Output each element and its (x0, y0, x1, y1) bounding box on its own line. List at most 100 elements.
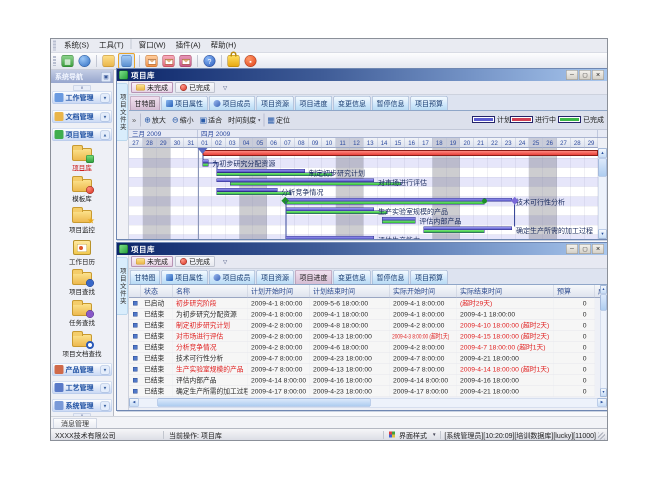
time-scale-button[interactable]: 时间刻度▾ (228, 115, 260, 125)
gantt-vscrollbar[interactable]: ▲▼ (598, 148, 607, 239)
table-hscrollbar[interactable]: ◀▶ (129, 398, 607, 408)
menu-item-0[interactable]: 系统(S) (59, 39, 94, 52)
tab-pause-info[interactable]: 暂停信息 (372, 270, 409, 284)
menu-item-3[interactable]: 窗口(W) (134, 39, 171, 52)
overflow-chevron[interactable]: » (132, 116, 136, 125)
filter-finished-button[interactable]: 已完成 (175, 82, 215, 93)
column-header-1[interactable]: 状态 (141, 285, 173, 298)
table-row[interactable]: 已结束为初步研究分配资源2009-4-1 8:00:002009-4-1 18:… (129, 309, 595, 320)
sidebar-panel-product-management[interactable]: 产品管理▼ (52, 363, 112, 376)
column-header-7[interactable]: 预算 (554, 285, 595, 298)
tab-resources[interactable]: 项目资源 (257, 96, 294, 110)
tab-members[interactable]: 项目成员 (209, 270, 255, 284)
scroll-up-icon[interactable]: ▲ (599, 149, 607, 158)
table-vscrollbar[interactable]: ▲▼ (600, 285, 607, 397)
minimize-button[interactable]: ─ (566, 244, 578, 254)
tab-progress[interactable]: 项目进度 (295, 270, 332, 284)
tab-resources[interactable]: 项目资源 (257, 270, 294, 284)
project-folder-button[interactable] (118, 53, 135, 69)
table-row[interactable]: 已启动初步研究阶段2009-4-1 8:00:002009-5-6 18:00:… (129, 298, 595, 309)
sidebar-item-project-monitor[interactable]: ★项目监控 (51, 206, 113, 235)
table-row[interactable]: 已结束评估内部产品2009-4-14 8:00:002009-4-16 18:0… (129, 375, 595, 386)
column-header-2[interactable]: 名称 (173, 285, 248, 298)
sidebar-item-project-search[interactable]: 项目查找 (51, 268, 113, 297)
scroll-thumb[interactable] (599, 159, 607, 177)
filter-dropdown-icon[interactable]: ▽ (223, 84, 227, 91)
mail-audit-icon[interactable] (163, 55, 175, 67)
tab-change-info[interactable]: 变更信息 (334, 96, 371, 110)
table-row[interactable]: 已结束生产实验室规模的产品2009-4-7 8:00:002009-4-13 1… (129, 364, 595, 375)
sidebar-item-project-doc-search[interactable]: 项目文档查找 (51, 330, 113, 359)
filter-unfinished-button[interactable]: 未完成 (131, 82, 173, 93)
ui-style-selector[interactable]: 界面样式 (399, 431, 427, 441)
zoom-out-button[interactable]: ⊖缩小 (172, 115, 194, 125)
scroll-down-icon[interactable]: ▼ (599, 230, 607, 239)
sidebar-item-project-library[interactable]: 项目库 (51, 144, 113, 173)
folder-open-icon[interactable] (103, 55, 115, 67)
expand-arrow-icon[interactable]: ▼ (101, 94, 110, 103)
tab-progress[interactable]: 项目进度 (295, 96, 332, 110)
resize-grip[interactable] (598, 433, 605, 440)
scroll-down-icon[interactable]: ▼ (601, 389, 607, 397)
column-header-3[interactable]: 计划开始时间 (248, 285, 310, 298)
window-new-icon[interactable]: ▦ (62, 55, 74, 67)
ui-style-dropdown-icon[interactable]: ▼ (432, 432, 436, 437)
scroll-up-icon[interactable]: ▲ (601, 286, 607, 294)
scroll-right-icon[interactable]: ▶ (598, 399, 607, 407)
tab-project-folder[interactable]: 项目文件夹 (117, 83, 128, 141)
filter-dropdown-icon[interactable]: ▽ (223, 258, 227, 265)
sidebar-panel-work-management[interactable]: 工作管理▼ (52, 91, 112, 104)
filter-finished-button[interactable]: 已完成 (175, 256, 215, 267)
fit-button[interactable]: ▣适合 (200, 115, 223, 125)
sidebar-item-work-calendar[interactable]: 工作日历 (51, 237, 113, 267)
maximize-button[interactable]: ▢ (579, 70, 591, 80)
zoom-in-button[interactable]: ⊕放大 (144, 115, 166, 125)
tab-change-info[interactable]: 变更信息 (334, 270, 371, 284)
menu-item-5[interactable]: 帮助(H) (206, 39, 241, 52)
expand-arrow-icon[interactable]: ▼ (101, 402, 110, 411)
globe-icon[interactable] (79, 55, 91, 67)
tab-budget[interactable]: 项目预算 (411, 96, 448, 110)
exit-icon[interactable]: ▪ (245, 55, 257, 67)
tab-budget[interactable]: 项目预算 (411, 270, 448, 284)
expand-arrow-icon[interactable]: ▼ (101, 384, 110, 393)
expand-arrow-icon[interactable]: ▼ (101, 366, 110, 375)
tab-gantt[interactable]: 甘特图 (130, 270, 160, 284)
tab-properties[interactable]: 项目属性 (162, 270, 208, 284)
tab-gantt[interactable]: 甘特图 (130, 96, 160, 110)
locate-button[interactable]: ▦定位 (267, 115, 290, 125)
sidebar-panel-process-management[interactable]: 工艺管理▼ (52, 381, 112, 394)
sidebar-panel-system-management[interactable]: 系统管理▼ (52, 399, 112, 412)
menu-item-1[interactable]: 工具(T) (94, 39, 129, 52)
lock-icon[interactable] (228, 55, 240, 67)
table-row[interactable]: 已结束确定生产所需的加工过程2009-4-17 8:00:002009-4-23… (129, 386, 595, 397)
table-row[interactable]: 已结束制定初步研究计划2009-4-2 8:00:002009-4-8 18:0… (129, 320, 595, 331)
sidebar-panel-project-management[interactable]: 项目管理▲ (52, 128, 112, 141)
tab-project-folder[interactable]: 项目文件夹 (117, 257, 128, 315)
sidebar-item-task-search[interactable]: 任务查找 (51, 299, 113, 328)
scroll-left-icon[interactable]: ◀ (130, 399, 139, 407)
expand-arrow-icon[interactable]: ▼ (101, 113, 110, 122)
sidebar-panel-document-management[interactable]: 文档管理▼ (52, 110, 112, 123)
mail-new-icon[interactable] (146, 55, 158, 67)
table-row[interactable]: 已结束对市场进行评估2009-4-2 8:00:002009-4-13 18:0… (129, 331, 595, 342)
close-button[interactable]: ✕ (592, 244, 604, 254)
column-header-5[interactable]: 实际开始时间 (390, 285, 457, 298)
tab-members[interactable]: 项目成员 (209, 96, 255, 110)
sidebar-pin-icon[interactable]: ▣ (101, 72, 111, 82)
mail-flag-icon[interactable] (180, 55, 192, 67)
sidebar-item-template-library[interactable]: 模板库 (51, 175, 113, 204)
collapse-arrow-icon[interactable]: ▲ (101, 131, 110, 140)
minimize-button[interactable]: ─ (566, 70, 578, 80)
menu-item-4[interactable]: 插件(A) (171, 39, 206, 52)
column-header-0[interactable] (129, 285, 141, 298)
tab-properties[interactable]: 项目属性 (162, 96, 208, 110)
filter-unfinished-button[interactable]: 未完成 (131, 256, 173, 267)
table-row[interactable]: 已结束分析竞争情况2009-4-2 8:00:002009-4-6 18:00:… (129, 342, 595, 353)
help-icon[interactable]: ? (204, 55, 216, 67)
maximize-button[interactable]: ▢ (579, 244, 591, 254)
table-row[interactable]: 已结束技术可行性分析2009-4-7 8:00:002009-4-23 18:0… (129, 353, 595, 364)
scroll-thumb[interactable] (158, 399, 371, 407)
tab-pause-info[interactable]: 暂停信息 (372, 96, 409, 110)
column-header-4[interactable]: 计划结束时间 (310, 285, 390, 298)
